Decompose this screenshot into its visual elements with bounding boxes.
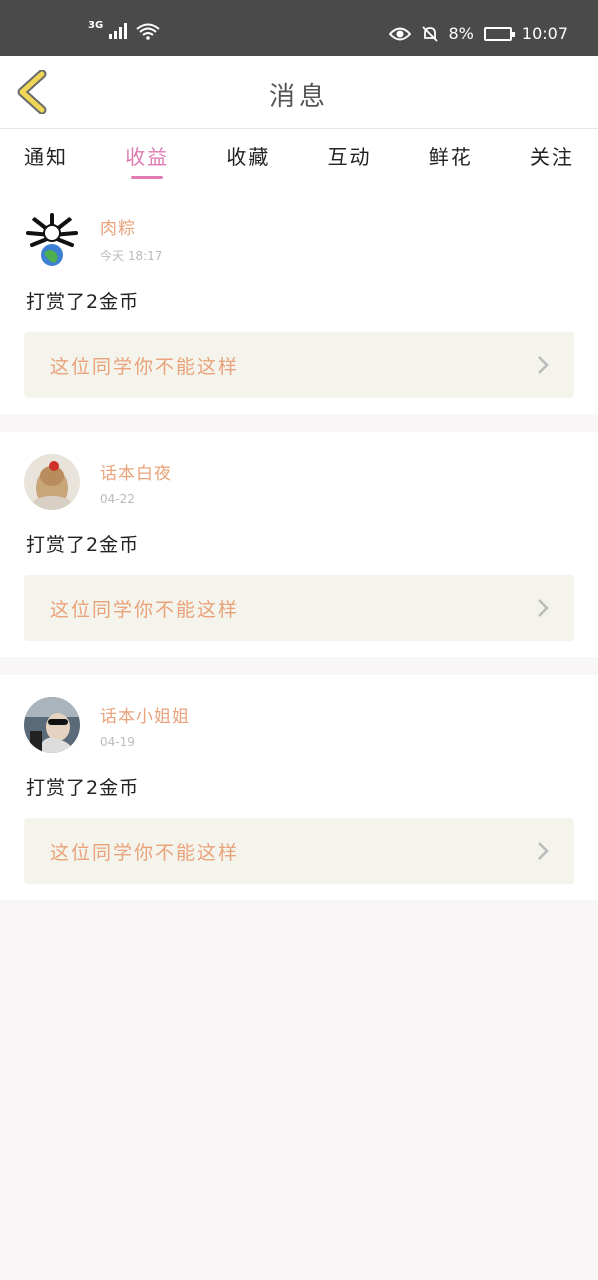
tab-earnings[interactable]: 收益	[125, 129, 169, 185]
message-card: 肉粽 今天 18:17 打赏了2金币 这位同学你不能这样	[0, 185, 598, 414]
tab-label: 鲜花	[428, 145, 473, 169]
user-meta: 话本小姐姐 04-19	[100, 702, 190, 749]
user-meta: 话本白夜 04-22	[100, 459, 172, 506]
quoted-post[interactable]: 这位同学你不能这样	[24, 332, 574, 398]
tab-notification[interactable]: 通知	[24, 129, 68, 185]
quoted-post[interactable]: 这位同学你不能这样	[24, 818, 574, 884]
quoted-post-text: 这位同学你不能这样	[50, 355, 240, 378]
timestamp: 04-19	[100, 734, 135, 749]
chevron-right-icon	[538, 599, 549, 617]
message-text: 打赏了2金币	[26, 534, 140, 556]
message-card: 话本小姐姐 04-19 打赏了2金币 这位同学你不能这样	[0, 675, 598, 900]
chevron-right-icon	[538, 356, 549, 374]
user-row: 肉粽 今天 18:17	[24, 207, 574, 271]
battery-percent: 8%	[448, 24, 474, 43]
network-type: 3G	[88, 19, 104, 31]
avatar-image	[24, 697, 80, 753]
tab-label: 收藏	[226, 145, 271, 169]
status-right: 8% 10:07	[388, 24, 568, 43]
user-meta: 肉粽 今天 18:17	[100, 214, 162, 264]
timestamp: 04-22	[100, 491, 135, 506]
message-list: 肉粽 今天 18:17 打赏了2金币 这位同学你不能这样 话本白夜 04-22 …	[0, 185, 598, 900]
wifi-icon	[136, 23, 160, 40]
battery-icon	[483, 26, 515, 41]
avatar-image	[24, 211, 80, 267]
username[interactable]: 话本白夜	[100, 459, 172, 484]
tab-flowers[interactable]: 鲜花	[429, 129, 473, 185]
active-tab-indicator	[131, 176, 164, 179]
signal-icon	[109, 23, 128, 39]
eye-icon	[388, 27, 411, 40]
quoted-post-text: 这位同学你不能这样	[50, 598, 240, 621]
message-text: 打赏了2金币	[26, 777, 140, 799]
username[interactable]: 话本小姐姐	[100, 702, 190, 727]
timestamp: 今天 18:17	[100, 249, 163, 263]
message-card: 话本白夜 04-22 打赏了2金币 这位同学你不能这样	[0, 432, 598, 657]
avatar[interactable]	[24, 697, 80, 753]
user-row: 话本白夜 04-22	[24, 450, 574, 514]
user-row: 话本小姐姐 04-19	[24, 693, 574, 757]
quoted-post[interactable]: 这位同学你不能这样	[24, 575, 574, 641]
avatar[interactable]	[24, 211, 80, 267]
tab-bar: 通知 收益 收藏 互动 鲜花 关注	[0, 129, 598, 185]
bell-off-icon	[421, 25, 438, 42]
avatar-image	[24, 454, 80, 510]
nav-bar: 消息	[0, 56, 598, 129]
page-title: 消息	[268, 82, 329, 112]
clock: 10:07	[521, 24, 568, 43]
tab-label: 收益	[125, 145, 170, 169]
tab-label: 关注	[529, 145, 574, 169]
status-left: 3G	[88, 19, 161, 40]
chevron-right-icon	[538, 842, 549, 860]
avatar[interactable]	[24, 454, 80, 510]
quoted-post-text: 这位同学你不能这样	[50, 841, 240, 864]
tab-favorites[interactable]: 收藏	[226, 129, 270, 185]
message-text: 打赏了2金币	[26, 291, 140, 313]
status-bar: 3G 8% 10:07	[0, 0, 598, 56]
tab-label: 通知	[24, 145, 68, 169]
tab-label: 互动	[327, 145, 372, 169]
tab-following[interactable]: 关注	[530, 129, 574, 185]
username[interactable]: 肉粽	[100, 214, 162, 239]
tab-interaction[interactable]: 互动	[328, 129, 372, 185]
